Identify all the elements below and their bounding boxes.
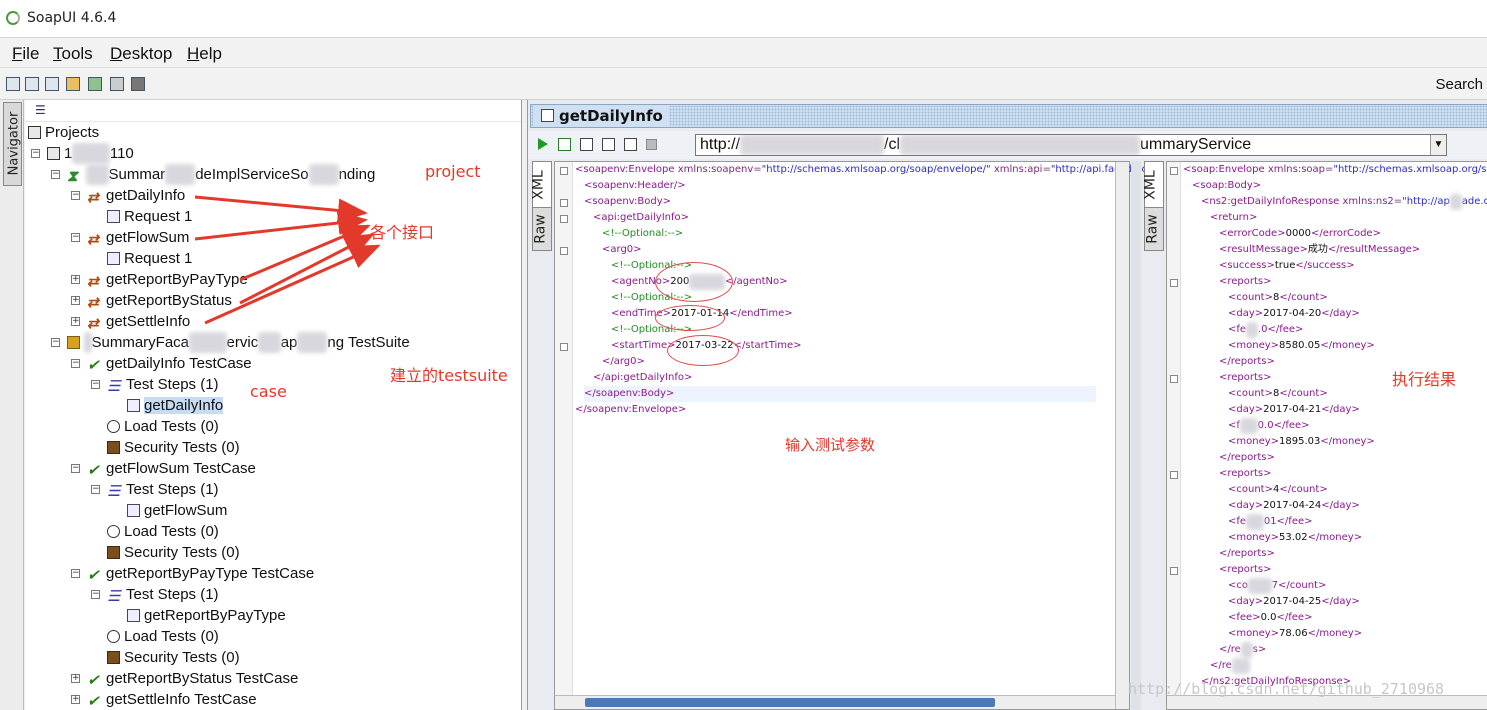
soapui-window: SoapUI 4.6.4 File Tools Desktop Help Sea… xyxy=(0,0,1487,710)
request-xml-pane[interactable]: <soapenv:Envelope xmlns:soapenv="http://… xyxy=(554,161,1147,710)
fold-icon[interactable] xyxy=(560,167,568,175)
xml-line: </soapenv:Envelope> xyxy=(575,404,687,415)
request-tab-raw[interactable]: Raw xyxy=(532,207,552,251)
xml-line: <reports> xyxy=(1219,468,1272,479)
xml-line: <arg0> xyxy=(602,244,642,255)
annotation-result: 执行结果 xyxy=(1392,370,1457,389)
run-icon[interactable] xyxy=(538,138,548,150)
xml-line-count: <count>4</count> xyxy=(1228,484,1328,495)
xml-line-success: <success>true</success> xyxy=(1219,260,1355,271)
annotation-circle xyxy=(655,262,733,302)
fold-icon[interactable] xyxy=(1170,279,1178,287)
xml-line-day: <day>2017-04-24</day> xyxy=(1228,500,1360,511)
response-xml-pane[interactable]: <soap:Envelope xmlns:soap="http://schema… xyxy=(1166,161,1487,710)
xml-line-fee: <fee>0.0</fee> xyxy=(1228,612,1313,623)
request-tab-xml[interactable]: XML xyxy=(531,161,552,209)
response-tab-xml[interactable]: XML xyxy=(1143,161,1164,209)
request-view-tabs: XML Raw xyxy=(531,161,552,291)
xml-line-count: <count>8</count> xyxy=(1228,292,1328,303)
xml-line-day: <day>2017-04-25</day> xyxy=(1228,596,1360,607)
xml-line: <soapenv:Body> xyxy=(584,196,672,207)
xml-line: </soapenv:Body> xyxy=(584,386,1096,402)
xml-line: <reports> xyxy=(1219,564,1272,575)
response-tab-raw[interactable]: Raw xyxy=(1144,207,1164,251)
xml-line: <return> xyxy=(1210,212,1258,223)
xml-line-fee: <fexx.0</fee> xyxy=(1228,322,1303,338)
fold-icon[interactable] xyxy=(1170,471,1178,479)
url-dropdown-icon[interactable]: ▼ xyxy=(1430,135,1446,155)
editor-title-bar: getDailyInfo xyxy=(530,104,1487,128)
xml-line: </reports> xyxy=(1219,452,1275,463)
request-editor: getDailyInfo http://xxxxxxxxxxxxxxxxxx/c… xyxy=(527,100,1487,710)
fold-icon[interactable] xyxy=(560,247,568,255)
fold-icon[interactable] xyxy=(560,343,568,351)
add-assertion-icon[interactable] xyxy=(558,138,571,151)
annotation-circle xyxy=(667,335,739,366)
xml-line-money: <money>78.06</money> xyxy=(1228,628,1363,639)
xml-line: </rexxx xyxy=(1210,658,1250,674)
xml-line: </arg0> xyxy=(602,356,645,367)
clone-request-icon[interactable] xyxy=(624,138,637,151)
xml-line-resultmessage: <resultMessage>成功</resultMessage> xyxy=(1219,244,1421,255)
endpoint-url-field[interactable]: http://xxxxxxxxxxxxxxxxxx/clxxxxxxxxxxxx… xyxy=(695,134,1447,156)
fold-icon[interactable] xyxy=(560,199,568,207)
create-empty-request-icon[interactable] xyxy=(602,138,615,151)
xml-line: <api:getDailyInfo> xyxy=(593,212,690,223)
xml-line-day: <day>2017-04-20</day> xyxy=(1228,308,1360,319)
split-divider[interactable] xyxy=(1131,161,1141,710)
response-view-tabs: XML Raw xyxy=(1143,161,1164,291)
xml-line: <soap:Body> xyxy=(1192,180,1262,191)
request-gutter xyxy=(555,162,573,709)
xml-line-fee: <fxxx0.0</fee> xyxy=(1228,418,1310,434)
editor-toolbar: http://xxxxxxxxxxxxxxxxxx/clxxxxxxxxxxxx… xyxy=(528,131,1487,159)
xml-line: <soap:Envelope xmlns:soap="http://schema… xyxy=(1183,164,1487,175)
xml-line: <ns2:getDailyInfoResponse xmlns:ns2="htt… xyxy=(1201,194,1487,210)
fold-icon[interactable] xyxy=(1170,567,1178,575)
request-vertical-scrollbar[interactable] xyxy=(1115,162,1129,709)
soap-request-icon xyxy=(541,109,554,122)
annotation-circle xyxy=(655,305,725,331)
xml-line: <soapenv:Envelope xmlns:soapenv="http://… xyxy=(575,164,1147,175)
xml-line: <reports> xyxy=(1219,276,1272,287)
xml-line: </rexxs> xyxy=(1219,642,1266,658)
xml-line: </reports> xyxy=(1219,548,1275,559)
fold-icon[interactable] xyxy=(560,215,568,223)
annotation-input: 输入测试参数 xyxy=(785,436,876,454)
scroll-thumb[interactable] xyxy=(585,698,995,707)
xml-line-money: <money>53.02</money> xyxy=(1228,532,1363,543)
fold-icon[interactable] xyxy=(1170,375,1178,383)
cancel-request-icon[interactable] xyxy=(646,139,657,150)
watermark: http://blog.csdn.net/github_2710968 xyxy=(1128,680,1445,698)
xml-line-errorcode: <errorCode>0000</errorCode> xyxy=(1219,228,1381,239)
xml-line: </api:getDailyInfo> xyxy=(593,372,693,383)
xml-line-day: <day>2017-04-21</day> xyxy=(1228,404,1360,415)
xml-line-count: <coxxxx7</count> xyxy=(1228,578,1326,594)
xml-line: <soapenv:Header/> xyxy=(584,180,686,191)
xml-line-money: <money>1895.03</money> xyxy=(1228,436,1375,447)
xml-line: <!--Optional:--> xyxy=(602,228,684,239)
xml-line-money: <money>8580.05</money> xyxy=(1228,340,1375,351)
response-gutter xyxy=(1167,162,1181,709)
request-horizontal-scrollbar[interactable] xyxy=(555,695,1115,709)
xml-line: <reports> xyxy=(1219,372,1272,383)
xml-line: </reports> xyxy=(1219,356,1275,367)
xml-line-fee: <fexxx01</fee> xyxy=(1228,514,1313,530)
fold-icon[interactable] xyxy=(1170,167,1178,175)
recreate-request-icon[interactable] xyxy=(580,138,593,151)
xml-line-count: <count>8</count> xyxy=(1228,388,1328,399)
